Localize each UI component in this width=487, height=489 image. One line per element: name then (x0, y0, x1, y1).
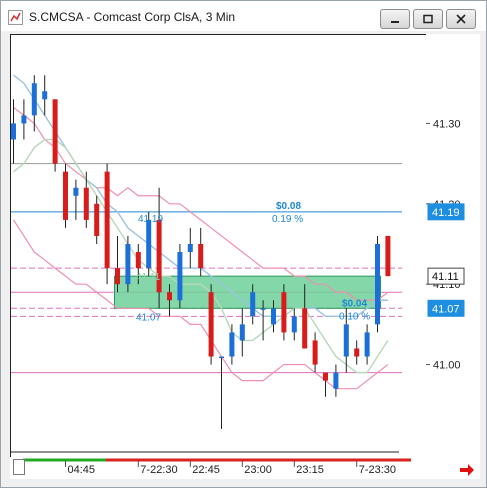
candle-body-1 (21, 115, 27, 124)
chart-window: S.CMCSA - Comcast Corp ClsA, 3 Min $0.08… (0, 0, 487, 488)
candle-body-24 (260, 308, 266, 310)
candle-body-3 (42, 91, 48, 100)
time-tick-label: 22:45 (192, 464, 220, 476)
price-tick-label: 41.00 (433, 360, 461, 372)
time-tick-label: 23:15 (296, 464, 324, 476)
candle-body-26 (281, 292, 287, 333)
candle-body-9 (104, 171, 110, 269)
candle-body-17 (187, 243, 193, 253)
candle-body-30 (323, 372, 328, 381)
price-tag-upper: 41.19 (432, 207, 460, 219)
candle-body-15 (167, 292, 172, 301)
candle-body-0 (11, 123, 16, 140)
time-tick-label: 04:45 (68, 464, 96, 476)
measure-percent-upper: 0.19 % (272, 214, 303, 225)
candle-body-16 (177, 252, 183, 301)
candlestick-chart: $0.08 0.19 % 41.19 41.07 $0.04 0.10 % 41.11 41.… (11, 74, 465, 476)
candle-body-2 (31, 83, 37, 116)
measure-price-upper: 41.19 (138, 214, 163, 225)
time-tick-label: 7-22:30 (140, 464, 177, 476)
candle-body-11 (125, 243, 131, 285)
last-price-tag: 41.11 (432, 271, 459, 283)
time-tick-label: 7-23:30 (359, 464, 396, 476)
candle-body-29 (312, 340, 318, 365)
time-tick-label: 23:00 (244, 464, 272, 476)
candle-body-34 (364, 332, 370, 357)
candle-body-8 (94, 203, 100, 236)
candle-body-5 (63, 171, 68, 220)
candle-body-22 (239, 324, 245, 341)
candle-body-4 (52, 99, 58, 164)
candle-body-35 (375, 243, 380, 325)
candle-body-20 (219, 356, 224, 359)
candle-body-27 (291, 316, 297, 333)
candle-body-28 (302, 308, 308, 349)
candle-body-21 (229, 332, 235, 357)
candle-body-13 (146, 219, 152, 269)
candle-body-36 (385, 235, 391, 277)
time-scroll-handle[interactable] (13, 459, 25, 475)
measure-percent-lower: 0.10 % (339, 311, 370, 322)
measure-delta-upper: $0.08 (276, 201, 301, 212)
price-tick-label: 41.30 (433, 118, 461, 130)
candle-body-6 (73, 187, 79, 196)
candle-body-10 (115, 268, 120, 285)
candle-body-12 (135, 252, 141, 269)
candle-body-31 (333, 372, 339, 389)
candle-body-7 (83, 187, 89, 220)
candle-body-25 (271, 308, 276, 325)
candle-body-23 (250, 292, 256, 317)
candle-body-32 (343, 324, 349, 357)
measure-delta-lower: $0.04 (342, 298, 367, 309)
candle-body-18 (198, 243, 204, 269)
measure-price-mid: 41.11 (136, 272, 161, 283)
price-tag-lower: 41.07 (432, 303, 460, 315)
measure-price-lower: 41.07 (136, 312, 161, 323)
scroll-right-arrow-icon[interactable] (459, 463, 475, 477)
candle-body-19 (208, 292, 214, 357)
candle-body-33 (354, 348, 360, 357)
